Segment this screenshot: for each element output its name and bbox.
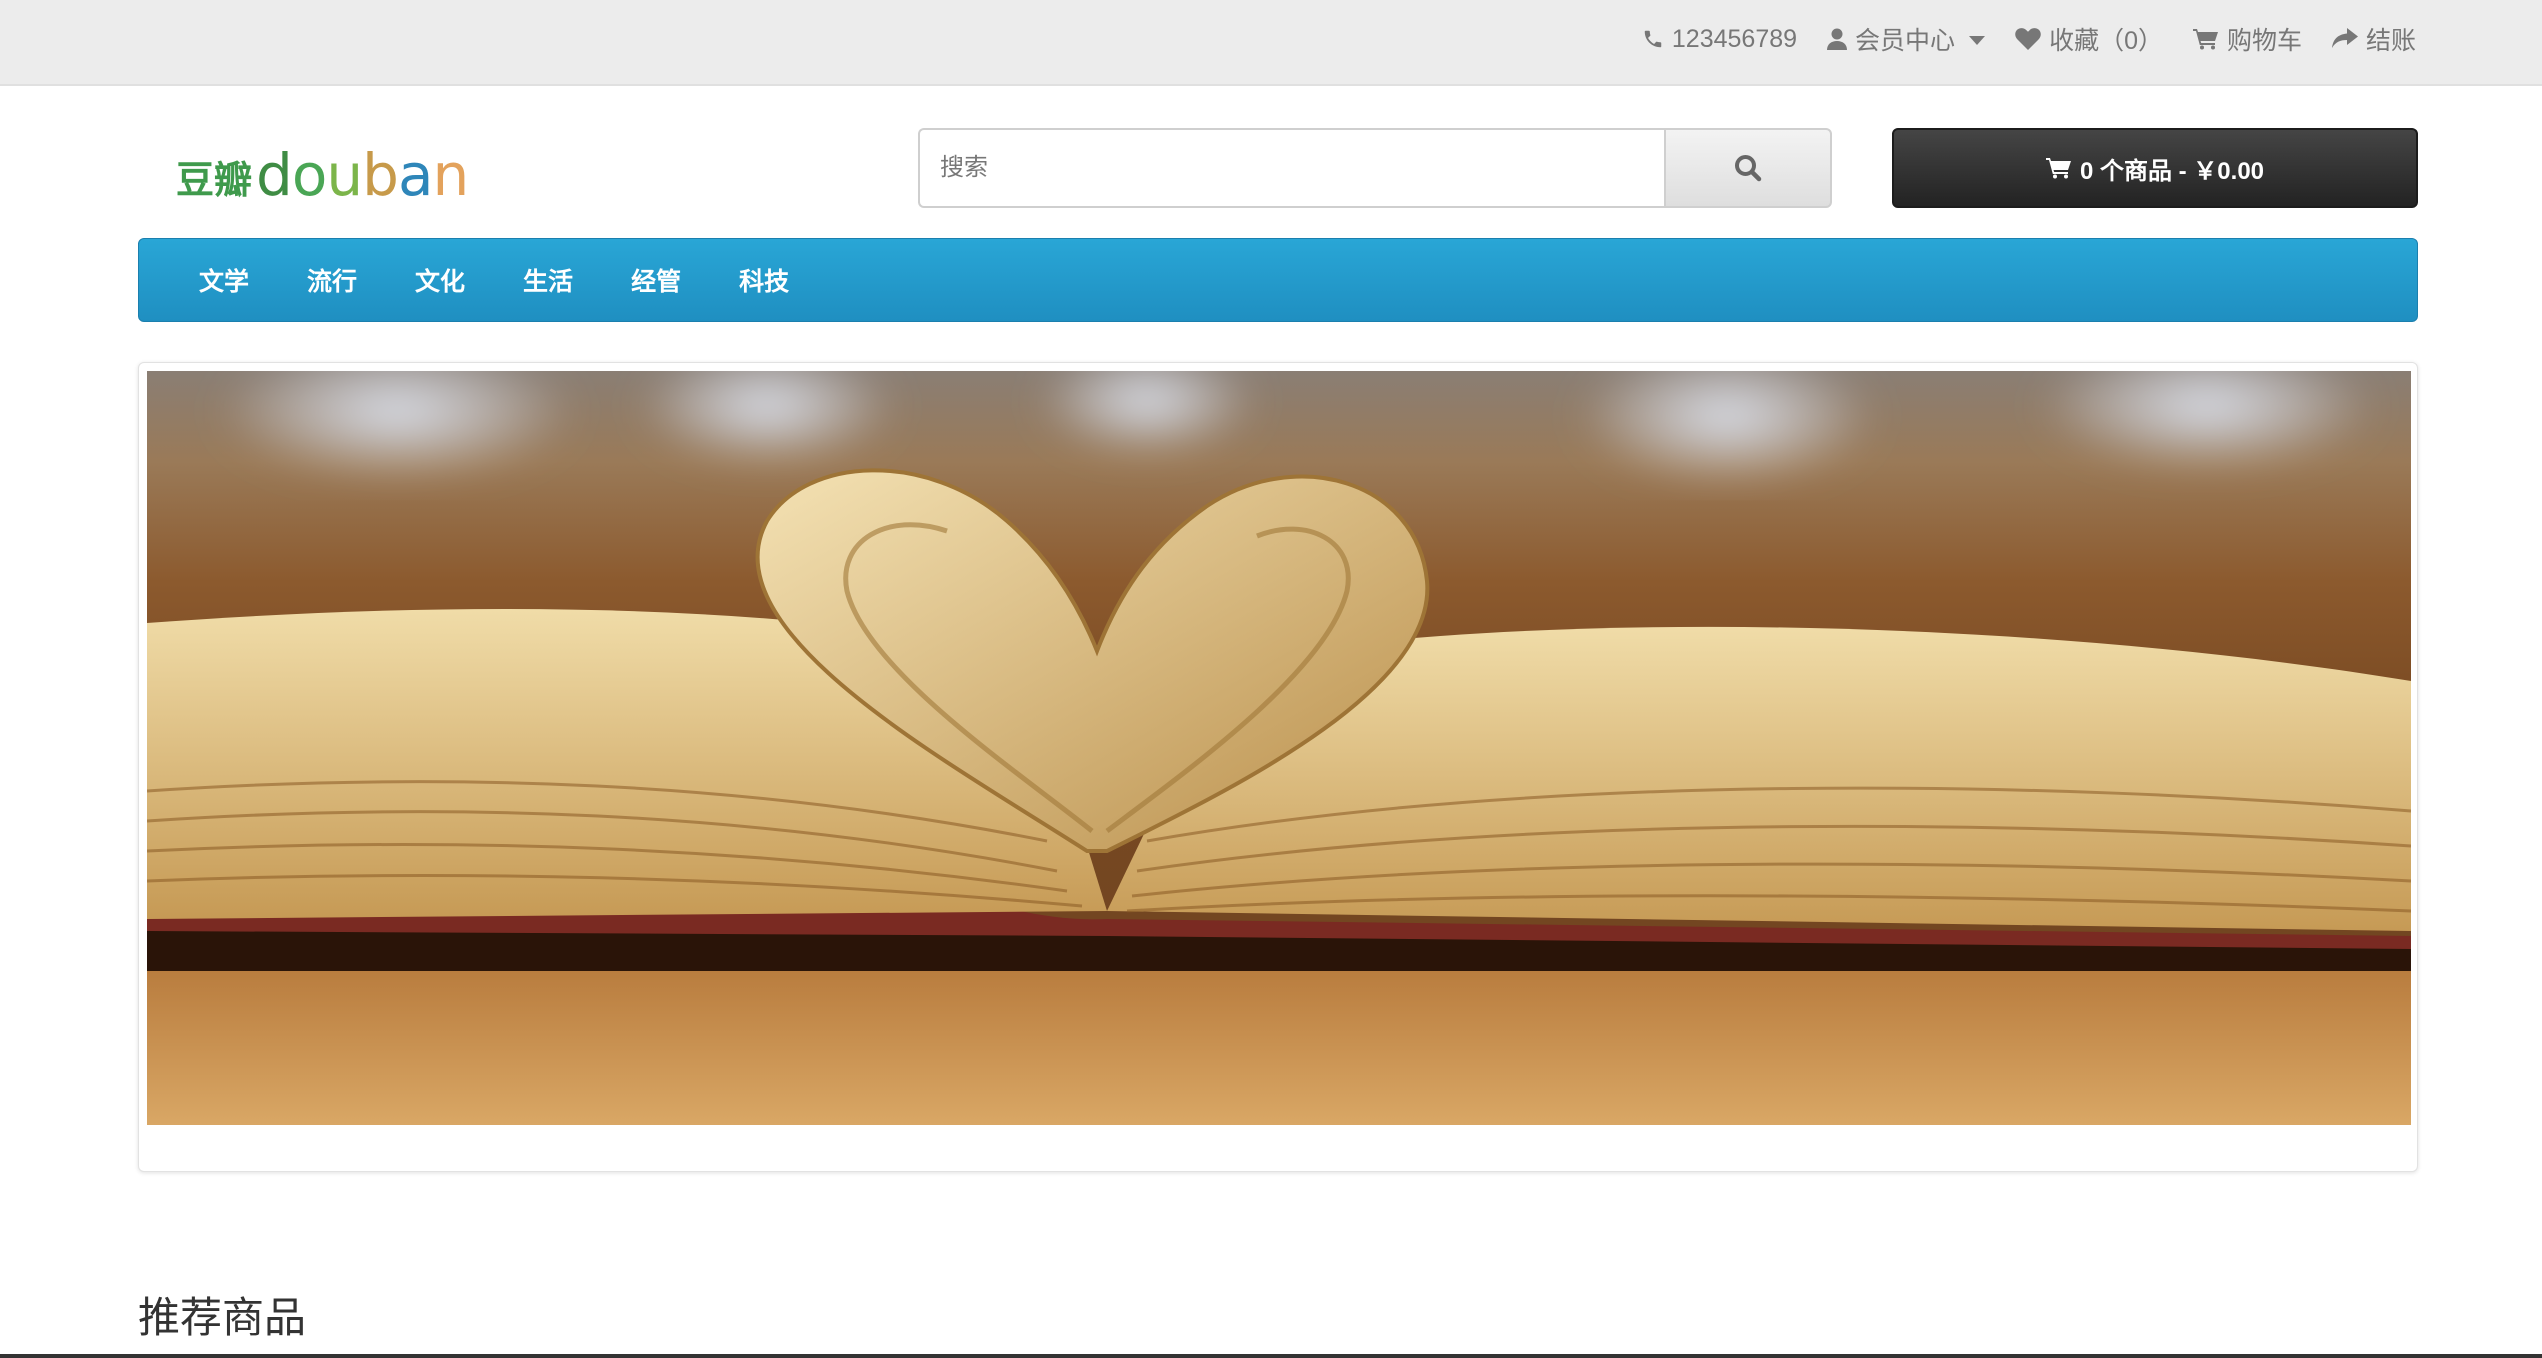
top-links: 123456789 会员中心 收藏（0） 购物车 结账 <box>1642 0 2416 78</box>
cart-icon <box>2192 29 2218 50</box>
chevron-down-icon <box>1969 36 1986 45</box>
nav-item-business[interactable]: 经管 <box>631 262 681 298</box>
cart-icon <box>2045 158 2071 179</box>
search-bar <box>918 128 1832 208</box>
heart-icon <box>2015 28 2041 50</box>
favorites-label: 收藏（0） <box>2049 27 2163 55</box>
nav-item-life[interactable]: 生活 <box>523 262 573 298</box>
nav-item-popular[interactable]: 流行 <box>307 262 357 298</box>
search-button[interactable] <box>1664 128 1832 208</box>
recommended-products-title: 推荐商品 <box>138 1294 307 1341</box>
favorites-link[interactable]: 收藏（0） <box>2015 21 2163 57</box>
search-input[interactable] <box>918 128 1664 208</box>
phone-icon <box>1644 30 1662 48</box>
divider <box>0 1354 2542 1358</box>
category-nav: 文学 流行 文化 生活 经管 科技 <box>138 238 2418 322</box>
cart-label: 购物车 <box>2226 27 2302 55</box>
user-icon <box>1827 28 1848 50</box>
banner-image[interactable] <box>147 371 2411 1125</box>
member-center-label: 会员中心 <box>1855 27 1956 55</box>
checkout-link[interactable]: 结账 <box>2331 21 2416 57</box>
cart-summary-label: 0 个商品 - ￥0.00 <box>2079 157 2265 185</box>
phone-number: 123456789 <box>1671 24 1798 53</box>
search-icon <box>1735 155 1762 182</box>
phone-link[interactable]: 123456789 <box>1642 25 1797 54</box>
cart-link[interactable]: 购物车 <box>2192 21 2302 57</box>
nav-item-culture[interactable]: 文化 <box>415 262 465 298</box>
nav-item-literature[interactable]: 文学 <box>199 262 249 298</box>
cart-summary-button[interactable]: 0 个商品 - ￥0.00 <box>1892 128 2418 208</box>
checkout-label: 结账 <box>2365 27 2416 55</box>
nav-item-technology[interactable]: 科技 <box>739 262 789 298</box>
logo-english-text: douban <box>256 141 469 209</box>
share-icon <box>2331 28 2358 48</box>
site-logo[interactable]: 豆瓣 douban <box>176 140 469 209</box>
logo-chinese-text: 豆瓣 <box>176 158 253 202</box>
top-bar: 123456789 会员中心 收藏（0） 购物车 结账 <box>0 0 2542 86</box>
member-center-dropdown[interactable]: 会员中心 <box>1827 21 1986 57</box>
banner-carousel <box>138 362 2418 1172</box>
